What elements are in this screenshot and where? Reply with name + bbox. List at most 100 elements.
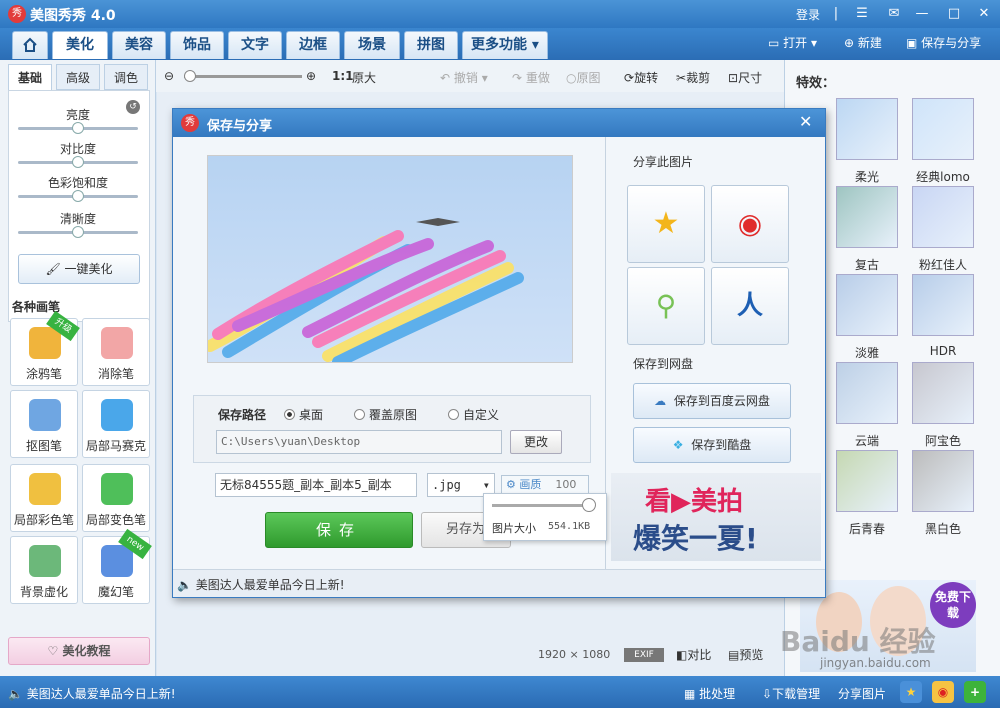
compare-button[interactable]: ◧对比 bbox=[676, 646, 711, 663]
slider-knob[interactable] bbox=[72, 190, 84, 202]
rotate-button[interactable]: ⟳旋转 bbox=[624, 69, 658, 86]
zoom-in-icon[interactable]: ⊕ bbox=[306, 69, 316, 83]
brush-blur-bg[interactable]: 背景虚化 bbox=[10, 536, 78, 604]
plus-icon[interactable]: + bbox=[964, 681, 986, 703]
exif-button[interactable]: EXIF bbox=[624, 648, 664, 662]
tab-text[interactable]: 文字 bbox=[228, 31, 282, 59]
ratio-label[interactable]: 1:1 bbox=[332, 69, 354, 83]
dialog-news[interactable]: 🔈 美图达人最爱单品今日上新! bbox=[177, 576, 345, 593]
effect-thumbnail[interactable] bbox=[912, 362, 974, 424]
crop-button[interactable]: ✂裁剪 bbox=[676, 69, 710, 86]
tutorial-button[interactable]: ♡ 美化教程 bbox=[8, 637, 150, 665]
quality-knob[interactable] bbox=[582, 498, 596, 512]
effect-label: HDR bbox=[929, 344, 957, 358]
tab-more[interactable]: 更多功能 ▾ bbox=[462, 31, 548, 59]
close-button[interactable]: ✕ bbox=[974, 4, 994, 24]
free-download-badge[interactable]: 免费下载 bbox=[930, 582, 976, 628]
radio-desktop[interactable]: 桌面 bbox=[284, 406, 323, 423]
effect-thumbnail[interactable] bbox=[836, 274, 898, 336]
quality-slider[interactable] bbox=[492, 498, 596, 512]
new-button[interactable]: ⊕ 新建 bbox=[844, 34, 882, 51]
effect-thumbnail[interactable] bbox=[836, 362, 898, 424]
download-manager-button[interactable]: ⇩下载管理 bbox=[762, 685, 820, 702]
subtab-color[interactable]: 调色 bbox=[104, 64, 148, 90]
preview-button[interactable]: ▤预览 bbox=[728, 646, 763, 663]
login-link[interactable]: 登录 bbox=[796, 6, 820, 23]
contrast-slider[interactable] bbox=[18, 156, 138, 168]
filename-input[interactable]: 无标84555题_副本_副本5_副本 bbox=[215, 473, 417, 497]
mail-icon[interactable]: ✉ bbox=[884, 4, 904, 24]
batch-button[interactable]: ▦ 批处理 bbox=[684, 685, 735, 702]
one-key-beautify-button[interactable]: 🖌 一键美化 bbox=[18, 254, 140, 284]
news-ticker[interactable]: 🔈 美图达人最爱单品今日上新! bbox=[8, 685, 176, 702]
image-preview bbox=[204, 155, 573, 368]
cloud-icon: ☁ bbox=[654, 394, 667, 408]
effect-thumbnail[interactable] bbox=[836, 450, 898, 512]
open-button[interactable]: ▭ 打开 ▾ bbox=[768, 34, 817, 51]
menu-icon[interactable]: ☰ bbox=[852, 4, 872, 24]
kupan-button[interactable]: ❖ 保存到酷盘 bbox=[633, 427, 791, 463]
brush-magic[interactable]: new 魔幻笔 bbox=[82, 528, 152, 604]
zoom-out-icon[interactable]: ⊖ bbox=[164, 69, 174, 83]
effect-thumbnail[interactable] bbox=[912, 98, 974, 160]
slider-knob[interactable] bbox=[72, 122, 84, 134]
tencent-share-button[interactable]: ⚲ bbox=[627, 267, 705, 345]
home-tab[interactable] bbox=[12, 31, 48, 59]
radio-custom[interactable]: 自定义 bbox=[448, 406, 499, 423]
maximize-button[interactable]: □ bbox=[944, 4, 964, 24]
brush-local-color[interactable]: 局部彩色笔 bbox=[10, 464, 78, 532]
meipai-ad[interactable]: 看▶美拍 爆笑一夏! bbox=[611, 473, 821, 561]
path-field[interactable]: C:\Users\yuan\Desktop bbox=[216, 430, 502, 454]
zoom-knob[interactable] bbox=[184, 70, 196, 82]
zoom-slider[interactable] bbox=[184, 70, 302, 82]
slider-knob[interactable] bbox=[72, 156, 84, 168]
ad-line2: 爆笑一夏! bbox=[633, 522, 758, 555]
saturation-slider[interactable] bbox=[18, 190, 138, 202]
resize-button[interactable]: ⊡尺寸 bbox=[728, 69, 762, 86]
brush-cutout[interactable]: 抠图笔 bbox=[10, 390, 78, 458]
effect-label: 阿宝色 bbox=[924, 434, 961, 448]
effect-thumbnail[interactable] bbox=[912, 450, 974, 512]
brush-eraser[interactable]: 消除笔 bbox=[82, 318, 150, 386]
radio-overwrite[interactable]: 覆盖原图 bbox=[354, 406, 417, 423]
effect-label: 淡雅 bbox=[854, 346, 879, 360]
tab-beautify[interactable]: 美化 bbox=[52, 31, 108, 59]
effect-thumbnail[interactable] bbox=[912, 186, 974, 248]
brightness-slider[interactable] bbox=[18, 122, 138, 134]
original-button[interactable]: ○原图 bbox=[566, 69, 601, 86]
redo-button[interactable]: ↷ 重做 bbox=[512, 69, 550, 86]
original-size-button[interactable]: 原大 bbox=[352, 69, 376, 86]
tab-face[interactable]: 美容 bbox=[112, 31, 166, 59]
save-share-button[interactable]: ▣ 保存与分享 bbox=[906, 34, 981, 51]
renren-share-button[interactable]: 人 bbox=[711, 267, 789, 345]
save-button[interactable]: 保存 bbox=[265, 512, 413, 548]
effect-thumbnail[interactable] bbox=[912, 274, 974, 336]
tab-collage[interactable]: 拼图 bbox=[404, 31, 458, 59]
share-picture-label[interactable]: 分享图片 bbox=[838, 685, 886, 702]
baidu-cloud-button[interactable]: ☁ 保存到百度云网盘 bbox=[633, 383, 791, 419]
brush-mosaic[interactable]: 局部马赛克 bbox=[82, 390, 150, 458]
save-path-box: 保存路径 桌面 覆盖原图 自定义 C:\Users\yuan\Desktop 更… bbox=[193, 395, 591, 463]
undo-button[interactable]: ↶ 撤销 ▾ bbox=[440, 69, 488, 86]
tab-border[interactable]: 边框 bbox=[286, 31, 340, 59]
sharpness-slider[interactable] bbox=[18, 226, 138, 238]
dialog-close-button[interactable]: ✕ bbox=[799, 112, 812, 131]
brush-recolor[interactable]: 局部变色笔 bbox=[82, 464, 150, 532]
subtab-basic[interactable]: 基础 bbox=[8, 64, 52, 90]
subtab-advanced[interactable]: 高级 bbox=[56, 64, 100, 90]
qzone-icon[interactable]: ★ bbox=[900, 681, 922, 703]
brush-graffiti[interactable]: 升级 涂鸦笔 bbox=[10, 310, 80, 386]
effect-thumbnail[interactable] bbox=[836, 98, 898, 160]
qzone-share-button[interactable]: ★ bbox=[627, 185, 705, 263]
change-path-button[interactable]: 更改 bbox=[510, 430, 562, 454]
weibo-share-button[interactable]: ◉ bbox=[711, 185, 789, 263]
slider-knob[interactable] bbox=[72, 226, 84, 238]
tab-accessories[interactable]: 饰品 bbox=[170, 31, 224, 59]
weibo-icon[interactable]: ◉ bbox=[932, 681, 954, 703]
tab-scene[interactable]: 场景 bbox=[344, 31, 400, 59]
quality-button[interactable]: ⚙ 画质 100 bbox=[501, 475, 589, 495]
minimize-button[interactable]: — bbox=[912, 4, 932, 24]
home-icon bbox=[23, 37, 37, 52]
effect-thumbnail[interactable] bbox=[836, 186, 898, 248]
weibo-icon: ◉ bbox=[737, 207, 763, 240]
